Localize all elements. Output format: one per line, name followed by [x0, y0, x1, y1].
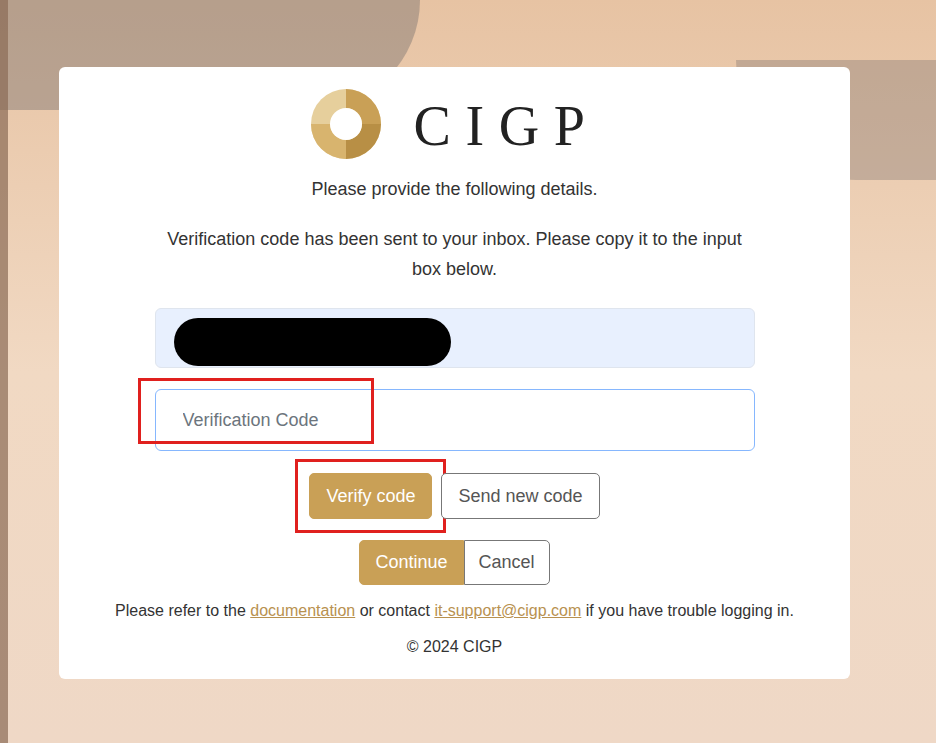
verify-code-button[interactable]: Verify code: [309, 473, 432, 519]
support-email-link[interactable]: it-support@cigp.com: [434, 602, 581, 619]
redaction-blob: [174, 318, 451, 366]
verification-code-input[interactable]: [155, 389, 755, 451]
message-text: Verification code has been sent to your …: [155, 224, 755, 284]
code-buttons: Verify codeSend new code: [309, 473, 599, 519]
documentation-link[interactable]: documentation: [250, 602, 355, 619]
help-before: Please refer to the: [115, 602, 250, 619]
action-buttons: ContinueCancel: [359, 540, 549, 585]
button-wrap: Send new code: [441, 473, 599, 519]
copyright: © 2024 CIGP: [407, 635, 502, 659]
email-field[interactable]: [155, 308, 755, 368]
help-middle: or contact: [355, 602, 434, 619]
cigp-logo-icon: [310, 88, 382, 160]
logo-text: CIGP: [414, 94, 600, 154]
send-new-code-button[interactable]: Send new code: [441, 473, 599, 519]
help-after: if you have trouble logging in.: [581, 602, 794, 619]
logo: CIGP: [310, 88, 600, 160]
login-card: CIGP Please provide the following detail…: [59, 67, 850, 679]
continue-button[interactable]: Continue: [359, 540, 463, 585]
button-wrap: Verify code: [295, 459, 446, 533]
cancel-button[interactable]: Cancel: [464, 540, 550, 585]
highlight-box: [138, 378, 374, 444]
intro-text: Please provide the following details.: [311, 174, 597, 204]
help-text: Please refer to the documentation or con…: [115, 599, 794, 623]
